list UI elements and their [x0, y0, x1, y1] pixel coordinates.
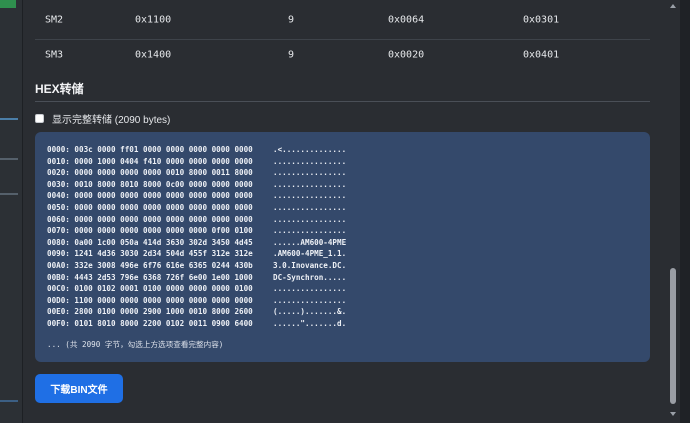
hex-bytes: 00D0: 1100 0000 0000 0000 0000 0000 0000…	[47, 295, 253, 305]
sm-control-cell: 0x0020	[388, 49, 425, 60]
background-element	[0, 158, 18, 160]
background-element	[0, 193, 18, 195]
hex-ascii: ......".......d.	[273, 318, 347, 328]
hex-ascii: .<..............	[273, 145, 347, 154]
hex-bytes: 0010: 0000 1000 0404 f410 0000 0000 0000…	[47, 156, 253, 166]
show-full-dump-toggle[interactable]: 显示完整转储 (2090 bytes)	[35, 110, 170, 126]
hex-ascii: 3.0.Inovance.DC.	[273, 260, 347, 270]
sync-manager-table: SM2 0x1100 9 0x0064 0x0301 SM3 0x1400 9 …	[35, 0, 650, 69]
hex-line: 0000: 003c 0000 ff01 0000 0000 0000 0000…	[47, 144, 638, 156]
hex-bytes: 0070: 0000 0000 0000 0000 0000 0000 0f00…	[47, 226, 253, 236]
hex-ascii: ......AM600-4PME	[273, 237, 347, 247]
hex-bytes: 0000: 003c 0000 ff01 0000 0000 0000 0000…	[47, 145, 253, 154]
slave-detail-modal: SM2 0x1100 9 0x0064 0x0301 SM3 0x1400 9 …	[22, 0, 667, 423]
scroll-up-arrow-icon[interactable]	[670, 4, 676, 8]
hex-ascii: ................	[273, 214, 347, 224]
hex-bytes: 0050: 0000 0000 0000 0000 0000 0000 0000…	[47, 202, 253, 212]
hex-ascii: ................	[273, 168, 347, 178]
background-element	[0, 400, 18, 402]
hex-line: 0070: 0000 0000 0000 0000 0000 0000 0f00…	[47, 225, 638, 237]
hex-dump-box: 0000: 003c 0000 ff01 0000 0000 0000 0000…	[35, 132, 650, 362]
hex-bytes: 00A0: 332e 3008 496e 6f76 616e 6365 0244…	[47, 260, 253, 270]
hex-bytes: 00B0: 4443 2d53 796e 6368 726f 6e00 1e00…	[47, 272, 253, 282]
sm-name-cell: SM3	[45, 49, 64, 60]
hex-line: 0090: 1241 4d36 3030 2d34 504d 455f 312e…	[47, 248, 638, 260]
hex-line: 0010: 0000 1000 0404 f410 0000 0000 0000…	[47, 156, 638, 168]
sm-control-cell: 0x0064	[388, 14, 425, 25]
sm-length-cell: 9	[288, 14, 295, 25]
hex-ascii: ................	[273, 191, 347, 201]
background-page	[0, 0, 22, 423]
background-element	[0, 118, 18, 120]
hex-line: 0020: 0000 0000 0000 0000 0010 8000 0011…	[47, 167, 638, 179]
table-row: SM3 0x1400 9 0x0020 0x0401	[35, 40, 650, 69]
hex-dump-lines: 0000: 003c 0000 ff01 0000 0000 0000 0000…	[47, 144, 638, 330]
hex-bytes: 00E0: 2800 0100 0000 2900 1000 0010 8000…	[47, 307, 253, 317]
hex-line: 0080: 0a00 1c00 050a 414d 3630 302d 3450…	[47, 237, 638, 249]
hex-bytes: 0060: 0000 0000 0000 0000 0000 0000 0000…	[47, 214, 253, 224]
hex-line: 0040: 0000 0000 0000 0000 0000 0000 0000…	[47, 190, 638, 202]
hex-line: 00C0: 0100 0102 0001 0100 0000 0000 0000…	[47, 283, 638, 295]
hex-bytes: 0020: 0000 0000 0000 0000 0010 8000 0011…	[47, 168, 253, 178]
hex-line: 00E0: 2800 0100 0000 2900 1000 0010 8000…	[47, 306, 638, 318]
sm-address-cell: 0x1400	[135, 49, 172, 60]
hex-ascii: ................	[273, 295, 347, 305]
modal-scrollbar[interactable]	[667, 0, 680, 423]
hex-ascii: ................	[273, 202, 347, 212]
hex-line: 00B0: 4443 2d53 796e 6368 726f 6e00 1e00…	[47, 272, 638, 284]
hex-bytes: 0030: 0010 8000 8010 8000 0c00 0000 0000…	[47, 179, 253, 189]
hex-ascii: DC-Synchron.....	[273, 272, 347, 282]
hex-bytes: 0080: 0a00 1c00 050a 414d 3630 302d 3450…	[47, 237, 253, 247]
sm-status-cell: 0x0401	[523, 49, 560, 60]
hex-bytes: 0090: 1241 4d36 3030 2d34 504d 455f 312e…	[47, 249, 253, 259]
hex-line: 0030: 0010 8000 8010 8000 0c00 0000 0000…	[47, 179, 638, 191]
hex-bytes: 0040: 0000 0000 0000 0000 0000 0000 0000…	[47, 191, 253, 201]
hex-line: 0050: 0000 0000 0000 0000 0000 0000 0000…	[47, 202, 638, 214]
background-green-element	[0, 0, 16, 8]
hex-line: 0060: 0000 0000 0000 0000 0000 0000 0000…	[47, 214, 638, 226]
hex-ascii: .AM600-4PME_1.1.	[273, 249, 347, 259]
table-row: SM2 0x1100 9 0x0064 0x0301	[35, 0, 650, 40]
hex-line: 00A0: 332e 3008 496e 6f76 616e 6365 0244…	[47, 260, 638, 272]
hex-bytes: 00C0: 0100 0102 0001 0100 0000 0000 0000…	[47, 284, 253, 294]
hex-ascii: ................	[273, 156, 347, 166]
scroll-down-arrow-icon[interactable]	[670, 412, 676, 416]
sm-name-cell: SM2	[45, 14, 64, 25]
show-full-dump-label: 显示完整转储 (2090 bytes)	[52, 114, 171, 126]
hex-ascii: ................	[273, 226, 347, 236]
hex-ascii: ................	[273, 179, 347, 189]
hex-dump-truncation-note: ... (共 2090 字节，勾选上方选项查看完整内容)	[47, 339, 224, 349]
sm-status-cell: 0x0301	[523, 14, 560, 25]
hex-ascii: ................	[273, 284, 347, 294]
scroll-thumb[interactable]	[670, 268, 676, 404]
sm-address-cell: 0x1100	[135, 14, 172, 25]
hex-line: 00D0: 1100 0000 0000 0000 0000 0000 0000…	[47, 295, 638, 307]
hex-bytes: 00F0: 0101 8010 8000 2200 0102 0011 0900…	[47, 318, 253, 328]
hex-line: 00F0: 0101 8010 8000 2200 0102 0011 0900…	[47, 318, 638, 330]
background-page-edge	[680, 0, 690, 423]
download-bin-button[interactable]: 下载BIN文件	[35, 374, 123, 403]
hex-dump-title: HEX转储	[35, 80, 650, 102]
hex-ascii: (.....).......&.	[273, 307, 347, 317]
sm-length-cell: 9	[288, 49, 295, 60]
show-full-dump-checkbox[interactable]	[35, 113, 44, 123]
